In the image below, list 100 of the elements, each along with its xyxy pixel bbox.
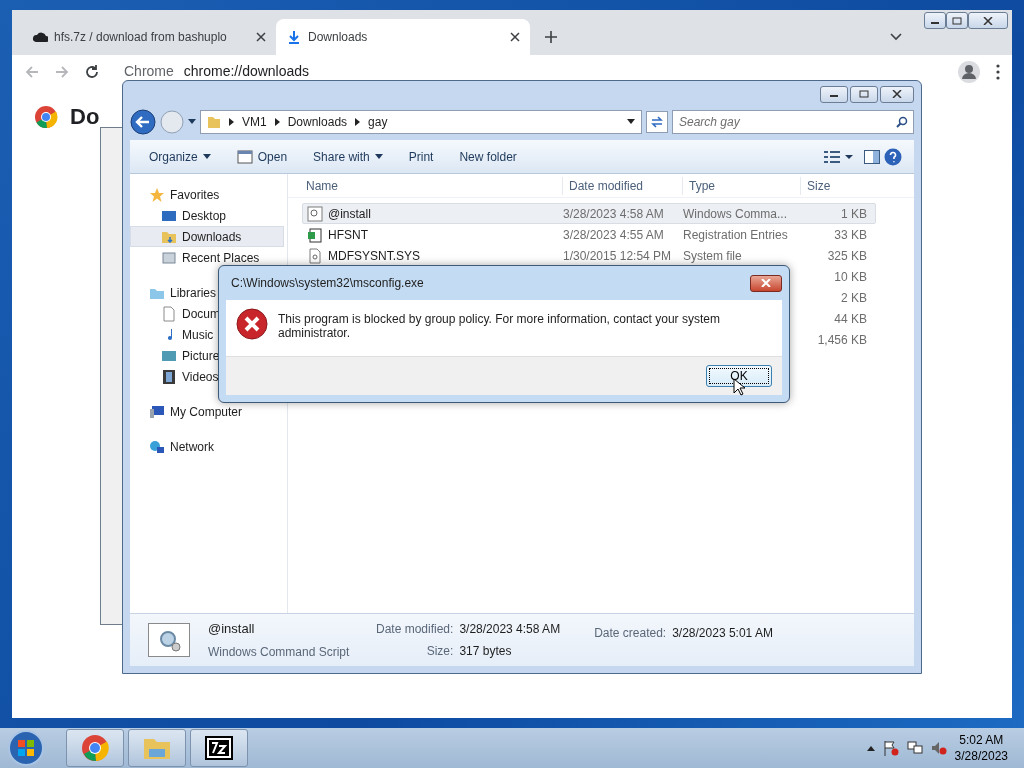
toolbar-button[interactable]: Print xyxy=(401,144,441,169)
restore-button[interactable] xyxy=(946,12,968,29)
profile-icon[interactable] xyxy=(958,60,980,83)
detail-value: 3/28/2023 5:01 AM xyxy=(672,625,773,642)
taskbar-app-button[interactable] xyxy=(190,729,248,767)
error-icon xyxy=(236,308,268,340)
help-icon[interactable] xyxy=(884,147,902,166)
back-icon[interactable] xyxy=(130,109,156,135)
restore-button[interactable] xyxy=(850,85,878,103)
file-row[interactable]: MDFSYSNT.SYS 1/30/2015 12:54 PM System file 325 KB xyxy=(302,245,876,266)
up-arrow-icon[interactable] xyxy=(866,745,875,751)
preview-pane-icon[interactable] xyxy=(864,149,880,164)
chrome-icon xyxy=(81,734,109,762)
menu-icon[interactable] xyxy=(996,63,1000,80)
search-field[interactable]: Search gay xyxy=(672,110,914,134)
selected-file-row[interactable]: @install 3/28/2023 4:58 AM Windows Comma... 1 KB xyxy=(302,203,876,224)
size-text: 1 KB xyxy=(841,206,867,221)
file-name: @install xyxy=(208,620,256,639)
clock-date[interactable]: 3/28/2023 xyxy=(954,748,1008,764)
size-text: 2 KB xyxy=(841,290,867,305)
column-header[interactable]: Size xyxy=(800,176,880,195)
dropdown-arrow-icon[interactable] xyxy=(188,119,196,125)
minimize-button[interactable] xyxy=(924,12,946,29)
document-icon xyxy=(161,305,177,322)
date-text: 1/30/2015 12:54 PM xyxy=(563,248,672,263)
column-header[interactable]: Date modified xyxy=(562,176,682,195)
cursor-icon xyxy=(733,378,745,396)
site-label: Chrome xyxy=(124,62,174,81)
close-icon[interactable] xyxy=(256,32,266,42)
nav-item[interactable]: Downloads xyxy=(130,226,284,247)
close-button[interactable] xyxy=(968,12,1008,29)
breadcrumb-item[interactable]: gay xyxy=(368,113,388,131)
browser-tab[interactable]: hfs.7z / download from bashuplo xyxy=(22,19,276,55)
dropdown-arrow-icon[interactable] xyxy=(627,119,635,125)
file-name: HFSNT xyxy=(328,226,368,244)
nav-item[interactable]: Recent Places xyxy=(130,247,284,268)
file-name: MDFSYSNT.SYS xyxy=(328,247,420,265)
address-bar[interactable]: VM1 Downloads gay xyxy=(200,110,642,134)
close-button[interactable] xyxy=(750,274,782,292)
toolbar-button[interactable]: New folder xyxy=(452,144,524,169)
star-icon xyxy=(149,186,165,203)
column-header[interactable]: Type xyxy=(682,176,800,195)
nav-item[interactable]: Network xyxy=(130,436,284,457)
dialog-title: C:\Windows\system32\msconfig.exe xyxy=(231,275,424,292)
film-icon xyxy=(161,368,177,385)
file-type: Windows Command Script xyxy=(208,643,351,661)
type-text: Registration Entries xyxy=(683,227,788,242)
close-button[interactable] xyxy=(880,85,914,103)
speaker-muted-icon[interactable] xyxy=(930,740,947,756)
chevron-down-icon[interactable] xyxy=(890,33,902,41)
size-text: 33 KB xyxy=(834,227,867,242)
breadcrumb-item[interactable]: Downloads xyxy=(287,113,348,131)
date-text: 3/28/2023 4:55 AM xyxy=(563,227,664,242)
type-text: System file xyxy=(683,248,742,263)
chevron-right-icon xyxy=(274,118,280,126)
page-heading: Do xyxy=(70,103,100,131)
detail-label: Date modified: xyxy=(376,621,454,638)
file-row[interactable]: HFSNT 3/28/2023 4:55 AM Registration Entries 33 KB xyxy=(302,224,876,245)
plus-icon[interactable] xyxy=(544,30,558,44)
toolbar-button[interactable]: Organize xyxy=(142,144,218,169)
ok-button[interactable]: OK xyxy=(706,365,772,387)
archive-icon xyxy=(205,734,233,762)
url-text[interactable]: chrome://downloads xyxy=(183,61,310,82)
restore-icon xyxy=(952,16,962,25)
network-icon xyxy=(149,438,165,455)
gear-file-icon xyxy=(307,205,323,222)
detail-value: 3/28/2023 4:58 AM xyxy=(459,621,561,638)
browser-tab[interactable]: Downloads xyxy=(276,19,530,55)
chevron-right-icon xyxy=(355,118,361,126)
date-text: 3/28/2023 4:58 AM xyxy=(563,206,664,221)
nav-item[interactable]: Favorites xyxy=(130,184,284,205)
close-icon[interactable] xyxy=(510,32,520,42)
window-icon xyxy=(236,148,253,165)
size-text: 325 KB xyxy=(827,248,867,263)
flag-icon[interactable] xyxy=(882,740,899,756)
toolbar-button[interactable]: Open xyxy=(229,144,295,169)
nav-item[interactable]: My Computer xyxy=(130,401,284,422)
refresh-icon[interactable] xyxy=(646,111,668,133)
network-icon[interactable] xyxy=(906,740,923,756)
nav-item[interactable]: Desktop xyxy=(130,205,284,226)
minimize-button[interactable] xyxy=(820,85,848,103)
clock-time[interactable]: 5:02 AM xyxy=(954,732,1008,748)
search-icon xyxy=(896,116,908,128)
toolbar-button[interactable]: Share with xyxy=(306,144,390,169)
detail-label: Date created: xyxy=(594,625,667,642)
detail-label: Size: xyxy=(425,643,454,660)
close-icon xyxy=(983,16,993,25)
restore-icon xyxy=(859,90,869,98)
file-name: @install xyxy=(328,205,371,223)
view-list-icon xyxy=(824,150,840,163)
column-header[interactable]: Name xyxy=(288,176,562,195)
reload-icon[interactable] xyxy=(84,63,100,80)
type-text: Windows Comma... xyxy=(683,206,788,221)
system-file-icon xyxy=(307,247,323,264)
gear-file-icon xyxy=(148,623,190,657)
close-icon xyxy=(761,279,771,287)
folder-icon xyxy=(207,115,221,129)
breadcrumb-item[interactable]: VM1 xyxy=(242,113,267,131)
chrome-logo-icon xyxy=(34,104,58,129)
detail-value: 317 bytes xyxy=(459,643,513,660)
